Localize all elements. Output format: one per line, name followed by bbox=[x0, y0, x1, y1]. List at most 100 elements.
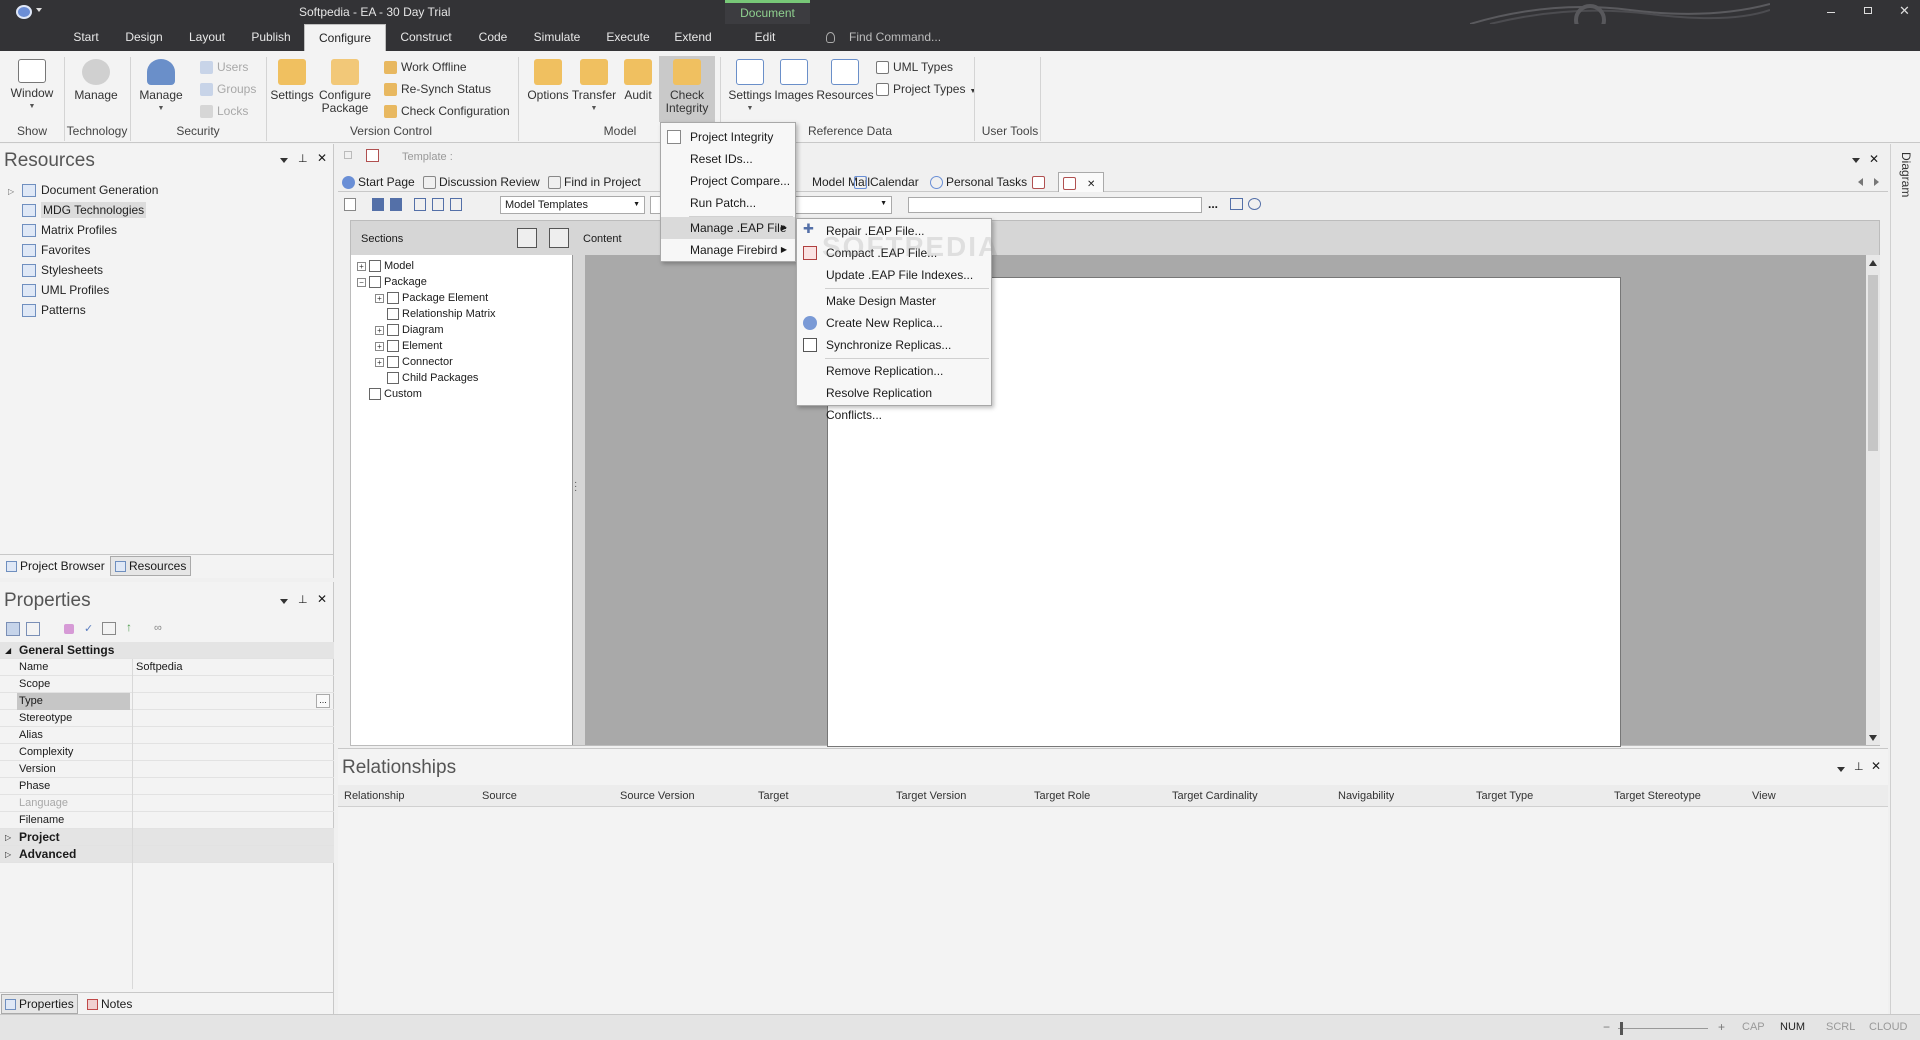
menu-item-synchronize-replicas[interactable]: Synchronize Replicas... bbox=[797, 334, 991, 356]
version-settings-button[interactable]: Settings bbox=[264, 59, 320, 102]
check-icon[interactable]: ✓ bbox=[84, 622, 93, 635]
doc-tab-calendar[interactable]: Calendar bbox=[854, 172, 919, 192]
expand-icon[interactable]: + bbox=[375, 341, 384, 351]
property-row-type[interactable]: Type... bbox=[0, 693, 334, 710]
minimize-icon[interactable] bbox=[1827, 12, 1835, 13]
section-add-icon[interactable] bbox=[517, 228, 537, 248]
section-tree-item[interactable]: Child Packages bbox=[357, 370, 572, 386]
property-section-advanced[interactable]: ▷ Advanced bbox=[0, 846, 334, 863]
tab-code[interactable]: Code bbox=[472, 24, 514, 51]
doc-panel-dropdown-icon[interactable] bbox=[1852, 158, 1860, 163]
doc-settings-icon[interactable] bbox=[1248, 198, 1261, 210]
menu-item-manage-firebird[interactable]: Manage Firebird ▶ bbox=[661, 239, 795, 261]
tab-simulate[interactable]: Simulate bbox=[530, 24, 584, 51]
zoom-in-button[interactable]: + bbox=[1718, 1020, 1725, 1034]
users-button[interactable]: Users bbox=[200, 58, 248, 76]
column-target-type[interactable]: Target Type bbox=[1476, 785, 1533, 807]
configure-package-button[interactable]: Configure Package bbox=[314, 59, 376, 115]
tree-item-favorites[interactable]: Favorites bbox=[8, 240, 328, 260]
tab-project-browser[interactable]: Project Browser bbox=[2, 557, 109, 575]
menu-item-update-eap-indexes[interactable]: Update .EAP File Indexes... bbox=[797, 264, 991, 286]
property-row-phase[interactable]: Phase bbox=[0, 778, 334, 795]
tree-item-document-generation[interactable]: ▷ Document Generation bbox=[8, 180, 328, 200]
property-section-project[interactable]: ▷ Project bbox=[0, 829, 334, 846]
section-checkbox[interactable] bbox=[387, 292, 399, 305]
scroll-down-icon[interactable] bbox=[1869, 735, 1877, 741]
model-templates-select[interactable]: Model Templates ▼ bbox=[500, 196, 645, 214]
restore-icon[interactable] bbox=[1864, 7, 1872, 14]
tab-construct[interactable]: Construct bbox=[396, 24, 456, 51]
scroll-up-icon[interactable] bbox=[1869, 260, 1877, 266]
window-button[interactable]: Window ▼ bbox=[6, 59, 58, 113]
panel-dropdown-icon[interactable] bbox=[280, 158, 288, 163]
new-doc-icon[interactable] bbox=[344, 198, 356, 211]
images-button[interactable]: Images bbox=[772, 59, 816, 102]
doc-tab-discussion-review[interactable]: Discussion Review bbox=[423, 172, 540, 192]
section-tree-item[interactable]: Custom bbox=[357, 386, 572, 402]
doc-tab-diagram-icon-only[interactable] bbox=[1032, 172, 1048, 192]
pin-icon[interactable]: ⊥ bbox=[1854, 760, 1864, 773]
expand-icon[interactable]: + bbox=[357, 261, 366, 271]
tab-configure[interactable]: Configure bbox=[304, 24, 386, 51]
column-navigability[interactable]: Navigability bbox=[1338, 785, 1394, 807]
tree-item-matrix-profiles[interactable]: Matrix Profiles bbox=[8, 220, 328, 240]
properties-window-icon[interactable] bbox=[102, 622, 116, 635]
check-configuration-button[interactable]: Check Configuration bbox=[384, 102, 510, 120]
browse-button[interactable]: ... bbox=[1208, 197, 1218, 211]
expand-icon[interactable]: + bbox=[375, 357, 384, 367]
tab-notes[interactable]: Notes bbox=[84, 995, 135, 1013]
pin-icon[interactable]: ⊥ bbox=[298, 152, 308, 165]
tab-scroll-right-icon[interactable] bbox=[1874, 178, 1879, 186]
column-source-version[interactable]: Source Version bbox=[620, 785, 695, 807]
tree-item-stylesheets[interactable]: Stylesheets bbox=[8, 260, 328, 280]
vertical-scrollbar[interactable] bbox=[1866, 255, 1880, 745]
tree-item-uml-profiles[interactable]: UML Profiles bbox=[8, 280, 328, 300]
locks-button[interactable]: Locks bbox=[200, 102, 248, 120]
ellipsis-button[interactable]: ... bbox=[316, 694, 330, 708]
tree-item-patterns[interactable]: Patterns bbox=[8, 300, 328, 320]
menu-item-project-integrity[interactable]: Project Integrity bbox=[661, 126, 795, 148]
close-tab-icon[interactable]: ✕ bbox=[1087, 179, 1095, 190]
tab-execute[interactable]: Execute bbox=[600, 24, 656, 51]
tab-start[interactable]: Start bbox=[68, 24, 104, 51]
uml-types-button[interactable]: UML Types bbox=[876, 58, 953, 76]
section-tree-item[interactable]: + Diagram bbox=[357, 322, 572, 338]
menu-item-project-compare[interactable]: Project Compare... bbox=[661, 170, 795, 192]
doc-tab-start-page[interactable]: Start Page bbox=[342, 172, 415, 192]
doc-toolbar-icon[interactable] bbox=[344, 151, 352, 159]
splitter-handle[interactable]: · · · bbox=[574, 478, 578, 496]
column-target[interactable]: Target bbox=[758, 785, 789, 807]
menu-item-run-patch[interactable]: Run Patch... bbox=[661, 192, 795, 214]
menu-item-remove-replication[interactable]: Remove Replication... bbox=[797, 360, 991, 382]
section-checkbox[interactable] bbox=[387, 324, 399, 337]
menu-item-manage-eap-file[interactable]: Manage .EAP File ▶ bbox=[661, 217, 795, 239]
save-icon[interactable] bbox=[372, 198, 384, 211]
options-button[interactable]: Options bbox=[524, 59, 572, 102]
close-panel-icon[interactable]: ✕ bbox=[317, 592, 327, 606]
menu-item-make-design-master[interactable]: Make Design Master bbox=[797, 290, 991, 312]
doc-generate-icon[interactable] bbox=[432, 198, 444, 211]
project-types-button[interactable]: Project Types ▼ bbox=[876, 80, 976, 98]
categorized-icon[interactable] bbox=[6, 622, 20, 636]
collapse-icon[interactable]: − bbox=[357, 277, 366, 287]
panel-dropdown-icon[interactable] bbox=[1837, 767, 1845, 772]
property-row-alias[interactable]: Alias bbox=[0, 727, 334, 744]
section-tree-item[interactable]: + Connector bbox=[357, 354, 572, 370]
section-checkbox[interactable] bbox=[369, 388, 381, 401]
panel-dropdown-icon[interactable] bbox=[280, 599, 288, 604]
section-checkbox[interactable] bbox=[387, 340, 399, 353]
column-view[interactable]: View bbox=[1752, 785, 1776, 807]
manage-security-button[interactable]: Manage ▼ bbox=[136, 59, 186, 115]
column-source[interactable]: Source bbox=[482, 785, 517, 807]
menu-item-resolve-replication-conflicts[interactable]: Resolve Replication Conflicts... bbox=[797, 382, 991, 422]
column-target-stereotype[interactable]: Target Stereotype bbox=[1614, 785, 1701, 807]
close-panel-icon[interactable]: ✕ bbox=[317, 151, 327, 165]
diagram-sidebar-tab[interactable]: Diagram bbox=[1899, 152, 1913, 197]
close-window-icon[interactable]: ✕ bbox=[1899, 3, 1910, 19]
tab-publish[interactable]: Publish bbox=[247, 24, 295, 51]
tab-scroll-left-icon[interactable] bbox=[1858, 178, 1863, 186]
doc-tab-find-in-project[interactable]: Find in Project bbox=[548, 172, 641, 192]
tab-edit[interactable]: Edit bbox=[738, 24, 792, 51]
tab-layout[interactable]: Layout bbox=[183, 24, 231, 51]
menu-item-create-new-replica[interactable]: Create New Replica... bbox=[797, 312, 991, 334]
